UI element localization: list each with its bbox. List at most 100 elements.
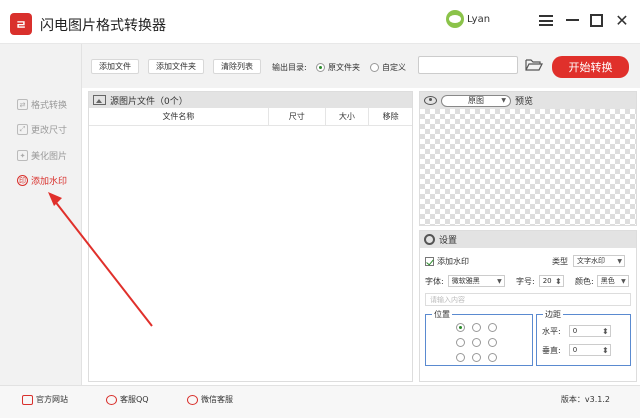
radio-custom-folder[interactable]: 自定义 — [370, 62, 406, 73]
color-select[interactable]: 黑色 — [596, 275, 629, 287]
preview-mode-select[interactable]: 原图 — [441, 94, 511, 107]
sidebar-item-label: 更改尺寸 — [31, 126, 68, 136]
qq-label: 客服QQ — [120, 395, 149, 404]
folder-open-icon[interactable] — [525, 58, 543, 72]
user-name: Lyan — [467, 13, 491, 25]
add-folder-button[interactable]: 添加文件夹 — [148, 59, 204, 74]
output-dir-label: 输出目录: — [272, 63, 307, 72]
resize-icon: ⤢ — [17, 124, 28, 135]
v-margin-stepper[interactable]: 0 — [568, 344, 611, 356]
version-text: 版本：v3.1.2 — [560, 395, 610, 404]
sidebar-item-label: 美化图片 — [31, 152, 68, 162]
toolbar: 添加文件 添加文件夹 清除列表 输出目录: 原文件夹 自定义 开始转换 — [82, 44, 640, 88]
h-margin-stepper[interactable]: 0 — [568, 325, 611, 337]
eye-icon — [424, 96, 437, 105]
type-label: 类型 — [552, 256, 568, 266]
monitor-icon — [22, 394, 33, 405]
type-select[interactable]: 文字水印 — [573, 255, 625, 267]
qq-support-link[interactable]: 客服QQ — [106, 394, 149, 405]
sidebar: ⇄ 格式转换 ⤢ 更改尺寸 ✦ 美化图片 印 添加水印 — [0, 44, 82, 385]
wechat-label: 微信客服 — [201, 395, 233, 404]
position-group: 位置 — [425, 309, 533, 366]
font-size-row: 字号: 20 — [516, 275, 564, 287]
wechat-icon — [187, 394, 198, 405]
color-label: 颜色: — [575, 276, 594, 286]
start-convert-button[interactable]: 开始转换 — [552, 56, 629, 78]
sidebar-item-label: 添加水印 — [31, 177, 68, 187]
preview-canvas — [420, 109, 636, 225]
position-top-center[interactable] — [472, 323, 481, 332]
app-title: 闪电图片格式转换器 — [40, 18, 166, 34]
radio-selected-icon — [316, 63, 325, 72]
sidebar-item-label: 格式转换 — [31, 101, 68, 111]
h-margin-label: 水平: — [542, 326, 561, 336]
close-icon[interactable]: ✕ — [612, 10, 632, 30]
sidebar-item-convert[interactable]: ⇄ 格式转换 — [17, 98, 67, 111]
preview-header: 原图 预览 — [420, 92, 636, 109]
position-middle-right[interactable] — [488, 338, 497, 347]
position-middle-center[interactable] — [472, 338, 481, 347]
source-title: 源图片文件（0个） — [110, 96, 188, 107]
color-row: 颜色: 黑色 — [575, 275, 629, 287]
radio-label: 自定义 — [382, 63, 406, 72]
margin-label: 边距 — [543, 309, 563, 320]
v-margin-row: 垂直: 0 — [542, 344, 611, 356]
source-header: 源图片文件（0个） — [89, 92, 412, 108]
convert-icon: ⇄ — [17, 99, 28, 110]
minimize-icon[interactable] — [562, 10, 582, 30]
title-bar: ㄹ 闪电图片格式转换器 Lyan ✕ — [0, 0, 640, 44]
settings-header: 设置 — [420, 231, 636, 248]
file-table-header: 文件名称 尺寸 大小 移除 — [89, 108, 412, 126]
column-dimensions[interactable]: 尺寸 — [269, 108, 326, 125]
font-label: 字体: — [425, 276, 444, 286]
preview-label: 预览 — [515, 97, 534, 107]
v-margin-label: 垂直: — [542, 345, 561, 355]
position-label: 位置 — [432, 309, 452, 320]
radio-unselected-icon — [370, 63, 379, 72]
menu-icon[interactable] — [536, 10, 556, 30]
add-file-button[interactable]: 添加文件 — [91, 59, 139, 74]
sidebar-item-beautify[interactable]: ✦ 美化图片 — [17, 149, 67, 162]
type-row: 类型 文字水印 — [552, 255, 625, 267]
maximize-icon[interactable] — [586, 10, 606, 30]
column-remove[interactable]: 移除 — [369, 108, 412, 125]
wechat-support-link[interactable]: 微信客服 — [187, 394, 233, 405]
position-bottom-center[interactable] — [472, 353, 481, 362]
settings-panel: 设置 添加水印 类型 文字水印 字体: 微软雅黑 字号: 20 颜色: 黑色 请… — [419, 230, 637, 382]
font-select[interactable]: 微软雅黑 — [447, 275, 505, 287]
user-profile[interactable]: Lyan — [446, 10, 490, 28]
position-top-right[interactable] — [488, 323, 497, 332]
footer: 官方网站 客服QQ 微信客服 版本：v3.1.2 — [0, 385, 640, 418]
add-watermark-checkbox[interactable]: 添加水印 — [425, 256, 469, 267]
settings-title: 设置 — [439, 236, 458, 246]
watermark-text-input[interactable]: 请输入内容 — [425, 293, 631, 306]
margin-group: 边距 水平: 0 垂直: 0 — [536, 309, 631, 366]
font-size-stepper[interactable]: 20 — [538, 275, 564, 287]
output-path-input[interactable] — [418, 56, 518, 74]
clear-list-button[interactable]: 清除列表 — [213, 59, 261, 74]
radio-label: 原文件夹 — [328, 63, 360, 72]
sidebar-item-watermark[interactable]: 印 添加水印 — [17, 174, 67, 187]
column-filesize[interactable]: 大小 — [326, 108, 370, 125]
source-files-panel: 源图片文件（0个） 文件名称 尺寸 大小 移除 — [88, 91, 413, 382]
checkbox-label: 添加水印 — [437, 257, 469, 266]
app-logo-icon: ㄹ — [10, 13, 32, 35]
website-link[interactable]: 官方网站 — [22, 394, 68, 405]
h-margin-row: 水平: 0 — [542, 325, 611, 337]
font-row: 字体: 微软雅黑 — [425, 275, 505, 287]
watermark-icon: 印 — [17, 175, 28, 186]
radio-source-folder[interactable]: 原文件夹 — [316, 62, 360, 73]
position-top-left[interactable] — [456, 323, 465, 332]
position-middle-left[interactable] — [456, 338, 465, 347]
preview-panel: 原图 预览 — [419, 91, 637, 226]
wechat-avatar-icon — [446, 10, 464, 28]
column-filename[interactable]: 文件名称 — [89, 108, 269, 125]
beautify-icon: ✦ — [17, 150, 28, 161]
image-icon — [93, 95, 106, 105]
position-bottom-left[interactable] — [456, 353, 465, 362]
sidebar-item-resize[interactable]: ⤢ 更改尺寸 — [17, 123, 67, 136]
gear-icon — [424, 234, 435, 245]
qq-icon — [106, 394, 117, 405]
checkbox-checked-icon — [425, 257, 434, 266]
position-bottom-right[interactable] — [488, 353, 497, 362]
